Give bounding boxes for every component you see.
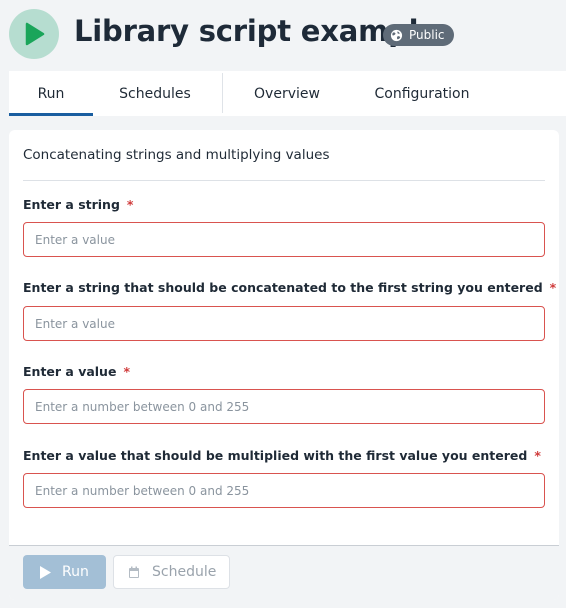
field-label-value: Enter a value * (23, 364, 130, 379)
field-label-text: Enter a string that should be concatenat… (23, 280, 543, 295)
schedule-button[interactable]: Schedule (113, 555, 230, 589)
field-label-text: Enter a string (23, 197, 120, 212)
run-button-label: Run (62, 564, 89, 580)
play-icon (40, 565, 51, 579)
tab-schedules[interactable]: Schedules (105, 71, 205, 116)
field-label-text: Enter a value (23, 364, 117, 379)
calendar-icon (129, 566, 139, 578)
required-marker: * (534, 448, 541, 463)
field-label-string: Enter a string * (23, 197, 133, 212)
form-title: Concatenating strings and multiplying va… (23, 147, 330, 163)
tab-overview[interactable]: Overview (240, 71, 334, 116)
field-label-text: Enter a value that should be multiplied … (23, 448, 528, 463)
tab-overview-label: Overview (254, 85, 320, 102)
run-button[interactable]: Run (23, 555, 106, 589)
field-label-concat-string: Enter a string that should be concatenat… (23, 280, 556, 295)
value-input[interactable] (23, 389, 545, 424)
tab-run-label: Run (37, 85, 65, 102)
play-icon (25, 22, 45, 46)
form-footer: Run Schedule (9, 545, 559, 600)
tab-separator (222, 73, 223, 113)
tab-configuration[interactable]: Configuration (359, 71, 485, 116)
page-header: Library script example Public (0, 0, 566, 70)
multiplier-value-input[interactable] (23, 473, 545, 508)
schedule-button-label: Schedule (152, 564, 217, 580)
field-label-multiplier-value: Enter a value that should be multiplied … (23, 448, 541, 463)
script-run-badge[interactable] (9, 9, 59, 59)
run-form-card: Concatenating strings and multiplying va… (9, 130, 559, 600)
required-marker: * (126, 197, 134, 212)
globe-icon (390, 29, 403, 41)
form-divider (23, 180, 545, 181)
tab-schedules-label: Schedules (119, 85, 191, 102)
tab-run[interactable]: Run (9, 71, 93, 116)
concat-string-input[interactable] (23, 306, 545, 341)
required-marker: * (549, 280, 557, 295)
visibility-badge: Public (383, 24, 454, 46)
string-input[interactable] (23, 222, 545, 257)
required-marker: * (123, 364, 130, 379)
tab-configuration-label: Configuration (374, 85, 470, 102)
visibility-label: Public (409, 28, 445, 42)
tab-bar: Run Schedules Overview Configuration (9, 71, 566, 116)
